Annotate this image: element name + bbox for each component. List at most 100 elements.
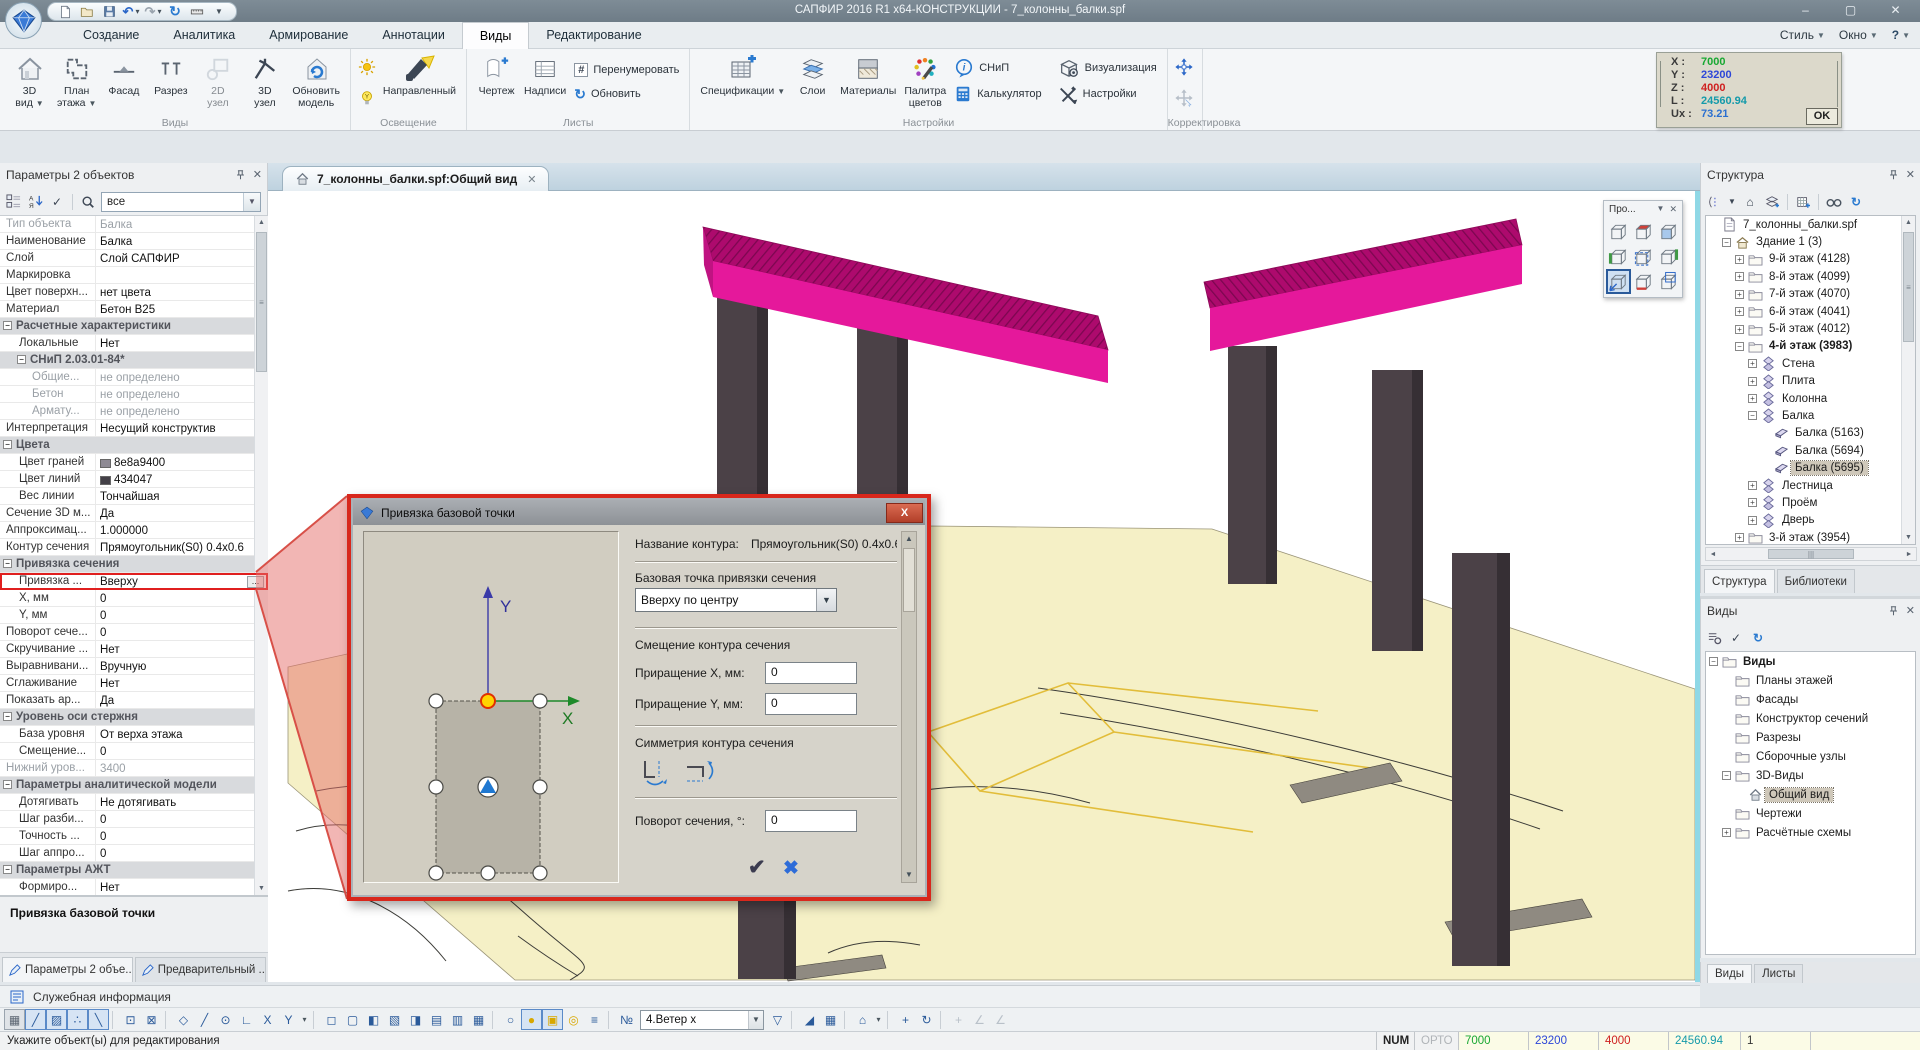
structure-tree-item[interactable]: +6-й этаж (4041) (1706, 303, 1915, 320)
ribbon-button[interactable]: Обновить модель (289, 51, 343, 115)
expand-icon[interactable]: + (1748, 516, 1757, 525)
property-row[interactable]: Цвет поверхн...нет цвета (0, 284, 268, 301)
ribbon-button[interactable]: 3D узел (242, 51, 287, 115)
property-row[interactable]: СлойСлой САПФИР (0, 250, 268, 267)
property-row[interactable]: Выравнивани...Вручную (0, 658, 268, 675)
apply-icon[interactable]: ✓ (48, 193, 66, 211)
horizontal-scrollbar[interactable]: ◄|||► (1705, 547, 1917, 561)
property-row[interactable]: Цвет граней8e8a9400 (0, 454, 268, 471)
update-model-button[interactable]: ↻ (167, 4, 183, 20)
view-hidden-lines-icon[interactable]: ▢ (342, 1009, 363, 1030)
structure-tree-item[interactable]: −Здание 1 (3) (1706, 233, 1915, 250)
expand-icon[interactable]: + (1735, 533, 1744, 542)
property-row[interactable]: Поворот сече...0 (0, 624, 268, 641)
tab-структура[interactable]: Структура (1704, 569, 1775, 593)
home-view-icon[interactable]: ⌂ (852, 1009, 873, 1030)
ribbon-small-button[interactable]: ↻Обновить (571, 82, 682, 106)
property-group-row[interactable]: −Расчетные характеристики (0, 318, 268, 335)
structure-tree-item[interactable]: +Дверь (1706, 512, 1915, 529)
menu-стиль[interactable]: Стиль▼ (1780, 28, 1825, 42)
collapse-icon[interactable]: − (1722, 238, 1731, 247)
chevron-down-icon[interactable]: ▼ (1727, 193, 1737, 211)
property-row[interactable]: Скручивание ...Нет (0, 641, 268, 658)
projection-cube-plain[interactable] (1606, 219, 1631, 244)
app-logo-icon[interactable] (5, 2, 42, 39)
property-row[interactable]: Привязка ...Вверху... (0, 573, 268, 590)
expand-icon[interactable]: + (1748, 394, 1757, 403)
ribbon-small-button[interactable]: Калькулятор (951, 82, 1044, 106)
property-row[interactable]: Сечение 3D м...Да (0, 505, 268, 522)
table-filter-icon[interactable]: ▦ (820, 1009, 841, 1030)
property-row[interactable]: Y, мм0 (0, 607, 268, 624)
structure-tree-item[interactable]: +9-й этаж (4128) (1706, 251, 1915, 268)
scroll-down-icon[interactable]: ▼ (902, 868, 916, 882)
structure-tree-item[interactable]: +Проём (1706, 494, 1915, 511)
property-group-row[interactable]: −Параметры АЖТ (0, 862, 268, 879)
ribbon-small-button[interactable]: Настройки (1055, 82, 1160, 106)
ambient-light-button[interactable] (358, 58, 376, 76)
light-off-icon[interactable]: ○ (500, 1009, 521, 1030)
structure-tree-item[interactable]: −Балка (1706, 407, 1915, 424)
expand-icon[interactable]: + (1735, 272, 1744, 281)
binoculars-icon[interactable] (1825, 193, 1843, 211)
vertical-scrollbar[interactable]: ▲≡▼ (254, 216, 268, 895)
view-drawing-icon[interactable]: ▧ (384, 1009, 405, 1030)
dialog-scrollbar[interactable]: ▲ ▼ (901, 531, 917, 883)
ribbon-tab-виды[interactable]: Виды (462, 22, 530, 49)
rotate-tool-icon[interactable]: ↻ (916, 1009, 937, 1030)
fix-y-icon[interactable]: Y (278, 1009, 299, 1030)
collapse-icon[interactable]: − (3, 865, 12, 874)
close-icon[interactable]: ✕ (1669, 204, 1677, 215)
property-row[interactable]: МатериалБетон В25 (0, 301, 268, 318)
ribbon-tab-аналитика[interactable]: Аналитика (156, 22, 252, 49)
projection-cube-seldash[interactable] (1631, 244, 1656, 269)
property-row[interactable]: Показать ар...Да (0, 692, 268, 709)
property-row[interactable]: ИнтерпретацияНесущий конструктив (0, 420, 268, 437)
expand-icon[interactable]: + (1735, 325, 1744, 334)
ribbon-tab-создание[interactable]: Создание (66, 22, 156, 49)
projection-cube-botred[interactable] (1631, 269, 1656, 294)
projection-cube-persp[interactable] (1606, 269, 1631, 294)
expand-icon[interactable]: + (1748, 377, 1757, 386)
inc-y-input[interactable]: 0 (765, 693, 857, 715)
move-copy-tool-button[interactable] (1175, 89, 1193, 107)
analytic-grid-icon[interactable]: ▦ (468, 1009, 489, 1030)
filter-apply-icon[interactable]: ▽ (767, 1009, 788, 1030)
ribbon-button[interactable]: Спецификации ▼ (697, 51, 788, 115)
views-tree-item[interactable]: Общий вид (1706, 785, 1915, 804)
ribbon-button[interactable]: Направленный (380, 51, 459, 115)
property-row[interactable]: ДотягиватьНе дотягивать (0, 794, 268, 811)
structure-tree-item[interactable]: Балка (5695) (1706, 459, 1915, 476)
property-row[interactable]: База уровняОт верха этажа (0, 726, 268, 743)
property-group-row[interactable]: −Уровень оси стержня (0, 709, 268, 726)
views-tree-item[interactable]: −3D-Виды (1706, 766, 1915, 785)
save-file-button[interactable] (101, 4, 117, 20)
draw-segment-icon[interactable]: ╱ (194, 1009, 215, 1030)
dialog-cancel-button[interactable]: ✖ (783, 857, 799, 880)
lamp-light-button[interactable]: Y (358, 89, 376, 107)
views-tree-item[interactable]: Разрезы (1706, 728, 1915, 747)
structure-tree-item[interactable]: Балка (5163) (1706, 425, 1915, 442)
expand-icon[interactable]: + (1722, 828, 1731, 837)
pin-icon[interactable] (1888, 605, 1899, 617)
new-document-button[interactable] (57, 4, 73, 20)
undo-button[interactable]: ↶▾ (123, 4, 139, 20)
property-row[interactable]: Тип объектаБалка (0, 216, 268, 233)
properties-filter-select[interactable]: все▼ (101, 192, 261, 212)
property-row[interactable]: СглаживаниеНет (0, 675, 268, 692)
search-icon[interactable] (79, 193, 97, 211)
scroll-up-icon[interactable]: ▲ (902, 532, 916, 546)
dialog-titlebar[interactable]: Привязка базовой точки X (353, 500, 925, 525)
structure-tree-item[interactable]: +Колонна (1706, 390, 1915, 407)
views-tree-item[interactable]: −Виды (1706, 652, 1915, 671)
scroll-up-icon[interactable]: ▲ (255, 216, 268, 229)
view-shaded-icon[interactable]: ◧ (363, 1009, 384, 1030)
expand-icon[interactable]: + (1735, 255, 1744, 264)
property-row[interactable]: Вес линииТончайшая (0, 488, 268, 505)
views-tree-item[interactable]: Сборочные узлы (1706, 747, 1915, 766)
apply-icon[interactable]: ✓ (1727, 629, 1745, 647)
property-row[interactable]: Шаг аппро...0 (0, 845, 268, 862)
coordinate-ok-button[interactable]: OK (1806, 108, 1838, 125)
close-panel-icon[interactable]: ✕ (1906, 168, 1915, 181)
property-row[interactable]: X, мм0 (0, 590, 268, 607)
